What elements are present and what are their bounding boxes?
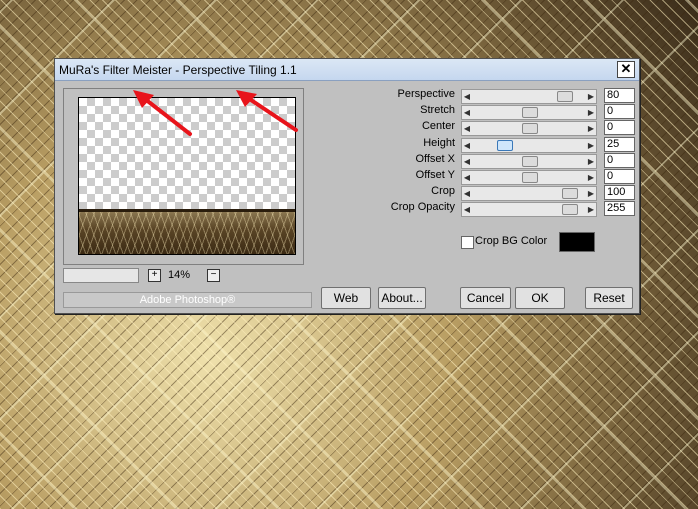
- left-arrow-icon[interactable]: ◀: [462, 171, 472, 184]
- param-label: Offset X: [415, 152, 455, 165]
- left-arrow-icon[interactable]: ◀: [462, 106, 472, 119]
- zoom-out-button[interactable]: −: [207, 269, 220, 282]
- left-arrow-icon[interactable]: ◀: [462, 122, 472, 135]
- param-label: Height: [423, 136, 455, 149]
- slider-thumb[interactable]: [522, 107, 538, 119]
- reset-button[interactable]: Reset: [585, 287, 633, 309]
- param-label: Stretch: [420, 104, 455, 117]
- preview-floor-tiles: [79, 209, 295, 254]
- crop-bg-label: Crop BG Color: [475, 235, 548, 247]
- slider-thumb[interactable]: [522, 123, 538, 135]
- left-arrow-icon[interactable]: ◀: [462, 187, 472, 200]
- host-app-label: Adobe Photoshop®: [63, 292, 312, 308]
- preview-image[interactable]: [78, 97, 296, 255]
- about-button[interactable]: About...: [378, 287, 426, 309]
- zoom-level: 14%: [168, 269, 191, 281]
- param-label: Offset Y: [415, 169, 455, 181]
- param-value-field[interactable]: 0: [604, 120, 635, 136]
- web-button[interactable]: Web: [321, 287, 371, 309]
- crop-bg-checkbox[interactable]: [461, 236, 474, 249]
- slider-thumb[interactable]: [522, 155, 538, 167]
- preview-panel: [63, 88, 304, 265]
- zoom-in-button[interactable]: +: [148, 269, 161, 282]
- right-arrow-icon[interactable]: ▶: [586, 155, 596, 168]
- slider-thumb[interactable]: [557, 91, 573, 102]
- slider-thumb[interactable]: [562, 204, 578, 216]
- param-value-field[interactable]: 80: [604, 88, 635, 103]
- param-slider[interactable]: ◀ ▶: [461, 121, 597, 137]
- left-arrow-icon[interactable]: ◀: [462, 90, 472, 103]
- right-arrow-icon[interactable]: ▶: [586, 90, 596, 103]
- close-icon[interactable]: ✕: [617, 61, 635, 78]
- slider-thumb[interactable]: [497, 139, 513, 151]
- param-slider[interactable]: ◀ ▶: [461, 186, 597, 202]
- right-arrow-icon[interactable]: ▶: [586, 106, 596, 119]
- param-label: Crop Opacity: [390, 201, 455, 214]
- param-slider[interactable]: ◀ ▶: [461, 153, 597, 169]
- right-arrow-icon[interactable]: ▶: [586, 122, 596, 135]
- param-slider[interactable]: ◀ ▶: [461, 137, 597, 153]
- right-arrow-icon[interactable]: ▶: [586, 203, 596, 216]
- crop-bg-color-swatch[interactable]: [559, 232, 595, 252]
- param-value-field[interactable]: 0: [604, 152, 635, 168]
- right-arrow-icon[interactable]: ▶: [586, 139, 596, 152]
- title-bar: MuRa's Filter Meister - Perspective Tili…: [55, 59, 639, 81]
- param-value-field[interactable]: 25: [604, 136, 635, 152]
- window-title: MuRa's Filter Meister - Perspective Tili…: [59, 63, 297, 77]
- left-arrow-icon[interactable]: ◀: [462, 203, 472, 216]
- param-label: Crop: [431, 185, 455, 198]
- param-slider[interactable]: ◀ ▶: [461, 105, 597, 121]
- slider-thumb[interactable]: [562, 188, 578, 200]
- slider-thumb[interactable]: [522, 172, 538, 183]
- filter-dialog: MuRa's Filter Meister - Perspective Tili…: [54, 58, 640, 314]
- left-arrow-icon[interactable]: ◀: [462, 155, 472, 168]
- param-slider[interactable]: ◀ ▶: [461, 89, 597, 104]
- param-value-field[interactable]: 0: [604, 169, 635, 184]
- ok-button[interactable]: OK: [515, 287, 565, 309]
- cancel-button[interactable]: Cancel: [460, 287, 511, 309]
- param-value-field[interactable]: 255: [604, 201, 635, 217]
- param-slider[interactable]: ◀ ▶: [461, 170, 597, 185]
- preview-scrollbar[interactable]: [63, 268, 139, 283]
- param-slider[interactable]: ◀ ▶: [461, 202, 597, 218]
- param-label: Center: [421, 120, 455, 133]
- right-arrow-icon[interactable]: ▶: [586, 187, 596, 200]
- param-value-field[interactable]: 100: [604, 185, 635, 201]
- right-arrow-icon[interactable]: ▶: [586, 171, 596, 184]
- param-label: Perspective: [397, 88, 455, 100]
- left-arrow-icon[interactable]: ◀: [462, 139, 472, 152]
- param-value-field[interactable]: 0: [604, 104, 635, 120]
